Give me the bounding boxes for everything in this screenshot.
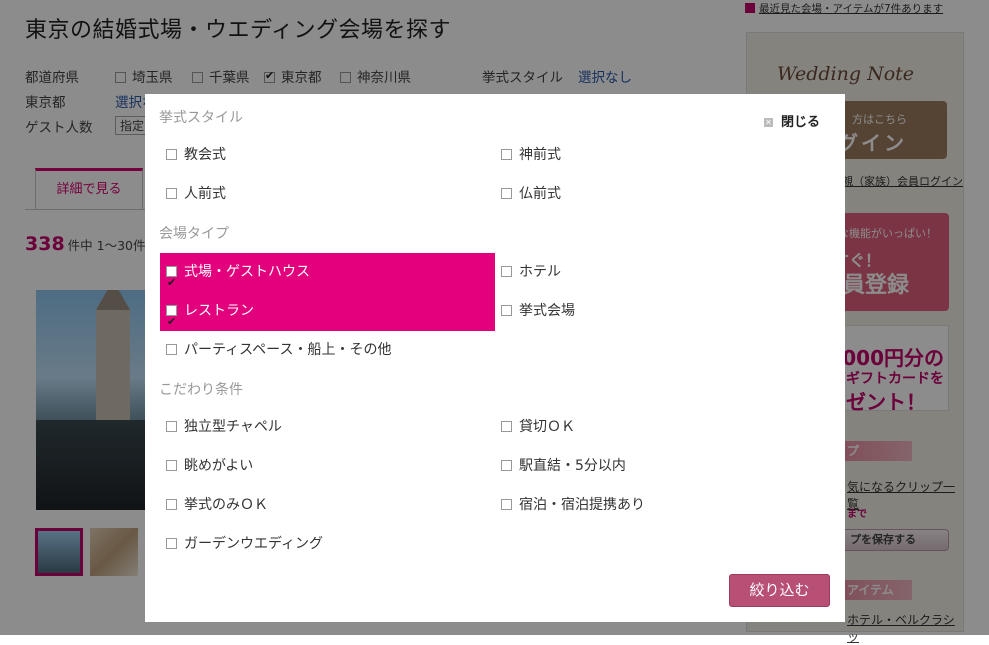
checkbox[interactable] bbox=[166, 499, 177, 510]
checkbox[interactable] bbox=[166, 149, 177, 160]
option-ceremony-venue[interactable]: 挙式会場 bbox=[495, 292, 830, 331]
option-shinzen[interactable]: 神前式 bbox=[495, 136, 830, 175]
close-button[interactable]: ✕ 閉じる bbox=[764, 111, 820, 130]
checkbox[interactable] bbox=[501, 149, 512, 160]
checkbox[interactable] bbox=[501, 188, 512, 199]
checkbox[interactable] bbox=[166, 344, 177, 355]
option-jinzen[interactable]: 人前式 bbox=[160, 175, 495, 214]
option-hotel[interactable]: ホテル bbox=[495, 253, 830, 292]
section-venue: 会場タイプ bbox=[159, 226, 229, 242]
checkbox[interactable] bbox=[501, 305, 512, 316]
option-near-station[interactable]: 駅直結・5分以内 bbox=[495, 447, 830, 486]
option-lodging[interactable]: 宿泊・宿泊提携あり bbox=[495, 486, 830, 525]
checkbox[interactable] bbox=[166, 460, 177, 471]
checkbox[interactable] bbox=[501, 266, 512, 277]
checkbox-checked[interactable] bbox=[166, 302, 177, 341]
checkbox[interactable] bbox=[166, 188, 177, 199]
checkbox[interactable] bbox=[501, 499, 512, 510]
option-guesthouse[interactable]: 式場・ゲストハウス bbox=[160, 253, 495, 302]
option-ceremony-only[interactable]: 挙式のみＯＫ bbox=[160, 486, 495, 525]
option-private-ok[interactable]: 貸切ＯＫ bbox=[495, 408, 830, 447]
option-butsuzen[interactable]: 仏前式 bbox=[495, 175, 830, 214]
checkbox-checked[interactable] bbox=[166, 263, 177, 302]
checkbox[interactable] bbox=[166, 538, 177, 549]
option-party-space[interactable]: パーティスペース・船上・その他 bbox=[160, 331, 560, 370]
option-independent-chapel[interactable]: 独立型チャペル bbox=[160, 408, 495, 447]
checkbox[interactable] bbox=[166, 421, 177, 432]
option-restaurant[interactable]: レストラン bbox=[160, 292, 495, 341]
option-garden-wedding[interactable]: ガーデンウエディング bbox=[160, 525, 495, 564]
section-style: 挙式スタイル bbox=[159, 110, 243, 126]
checkbox[interactable] bbox=[501, 421, 512, 432]
option-good-view[interactable]: 眺めがよい bbox=[160, 447, 495, 486]
close-icon: ✕ bbox=[764, 118, 773, 127]
filter-modal: ✕閉じる 挙式スタイル 教会式 神前式 人前式 仏前式 会場タイプ 式場・ゲスト… bbox=[145, 94, 845, 622]
filter-submit-button[interactable]: 絞り込む bbox=[729, 574, 830, 607]
section-feature: こだわり条件 bbox=[159, 382, 243, 398]
option-kyokai[interactable]: 教会式 bbox=[160, 136, 495, 175]
checkbox[interactable] bbox=[501, 460, 512, 471]
